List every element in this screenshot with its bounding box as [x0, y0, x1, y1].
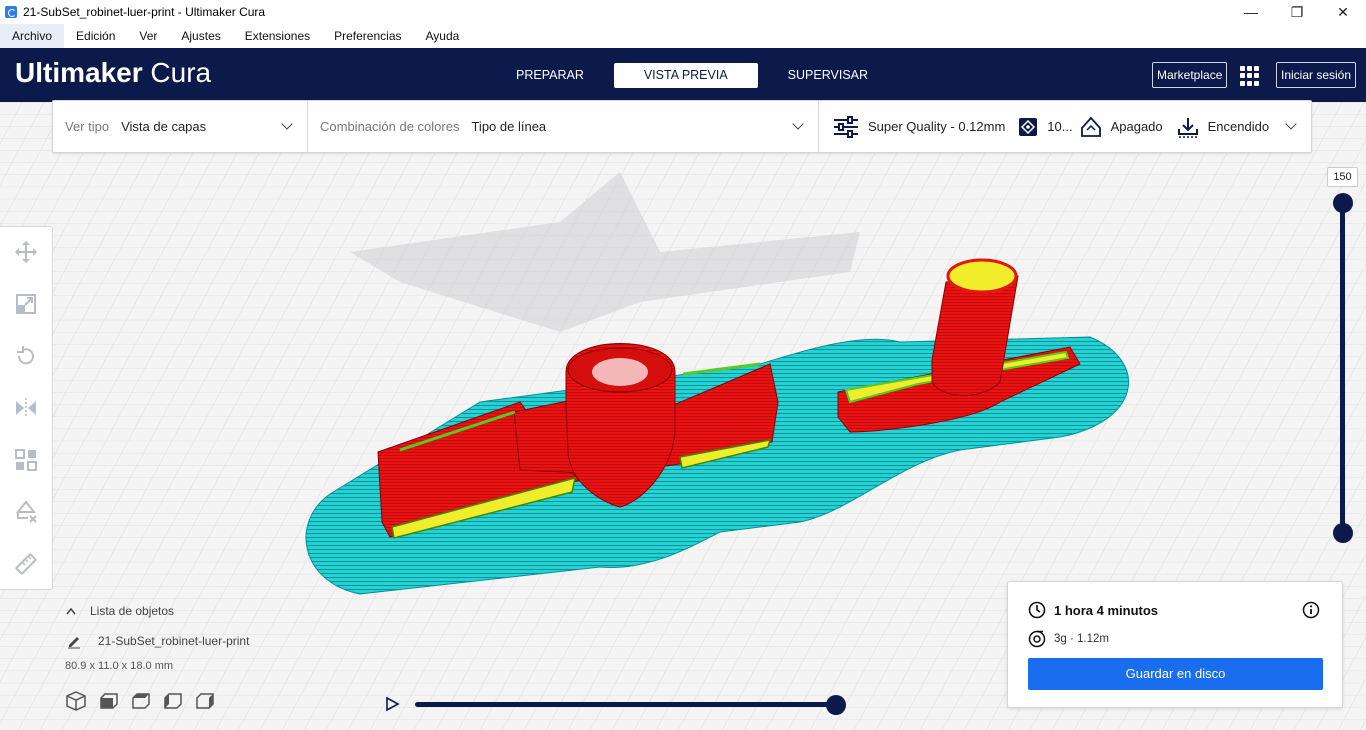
camera-view-buttons: [65, 690, 215, 712]
logo-product: Cura: [150, 57, 212, 88]
left-view-icon[interactable]: [161, 690, 183, 712]
marketplace-button[interactable]: Marketplace: [1152, 62, 1228, 88]
object-dimensions: 80.9 x 11.0 x 18.0 mm: [65, 660, 174, 672]
profile-sliders-icon: [834, 115, 858, 138]
simulation-slider-track[interactable]: [415, 702, 837, 707]
clock-icon: [1028, 601, 1046, 619]
save-to-disk-button[interactable]: Guardar en disco: [1028, 658, 1323, 690]
window-controls: — ❐ ✕: [1228, 0, 1366, 24]
infill-icon: [1019, 117, 1038, 136]
menu-ajustes[interactable]: Ajustes: [169, 24, 232, 48]
view-settings-bar: Ver tipo Vista de capas Combinación de c…: [52, 100, 1312, 153]
layer-slider-track[interactable]: [1340, 203, 1345, 533]
print-information-panel: 1 hora 4 minutos 3g · 1.12m Guardar en d…: [1007, 581, 1343, 708]
object-list-toggle[interactable]: Lista de objetos: [66, 604, 174, 618]
tool-panel: [0, 226, 53, 590]
window-title: 21-SubSet_robinet-luer-print - Ultimaker…: [23, 5, 266, 19]
stage-tabs: PREPARAR VISTA PREVIA SUPERVISAR: [486, 63, 898, 88]
layer-slider-upper-handle[interactable]: [1333, 193, 1353, 213]
simulation-slider-handle[interactable]: [826, 695, 846, 715]
edit-pencil-icon: [68, 637, 80, 649]
chevron-down-icon: [281, 118, 293, 130]
scale-icon[interactable]: [14, 292, 38, 316]
ultimaker-cura-logo: Ultimaker Cura: [15, 57, 211, 89]
material-usage: 3g · 1.12m: [1054, 633, 1109, 645]
view-type-label: Ver tipo: [65, 119, 110, 134]
print-time: 1 hora 4 minutos: [1054, 603, 1159, 618]
per-model-settings-icon[interactable]: [14, 448, 38, 472]
move-icon[interactable]: [14, 240, 38, 264]
top-view-icon[interactable]: [129, 690, 151, 712]
menu-archivo[interactable]: Archivo: [0, 24, 65, 48]
chevron-down-icon: [792, 118, 804, 130]
tab-preparar[interactable]: PREPARAR: [486, 63, 614, 88]
support-icon: [1080, 116, 1101, 137]
menu-edicion[interactable]: Edición: [64, 24, 127, 48]
title-bar: 21-SubSet_robinet-luer-print - Ultimaker…: [0, 0, 1366, 24]
cura-app-icon: [5, 6, 17, 18]
layer-slider-lower-handle[interactable]: [1333, 523, 1353, 543]
right-view-icon[interactable]: [193, 690, 215, 712]
chevron-up-icon: [66, 607, 76, 615]
mirror-icon[interactable]: [14, 396, 38, 420]
signin-button[interactable]: Iniciar sesión: [1276, 62, 1357, 88]
print-setup-selector[interactable]: Super Quality - 0.12mm 10... Apagado Enc…: [819, 101, 1311, 152]
profile-value: Super Quality - 0.12mm: [868, 119, 1006, 134]
menu-preferencias[interactable]: Preferencias: [322, 24, 413, 48]
menu-extensiones[interactable]: Extensiones: [233, 24, 322, 48]
filament-spool-icon: [1028, 630, 1046, 648]
adhesion-icon: [1177, 117, 1198, 138]
support-blocker-icon[interactable]: [14, 500, 38, 524]
menu-ayuda[interactable]: Ayuda: [414, 24, 472, 48]
close-button[interactable]: ✕: [1320, 0, 1366, 24]
color-scheme-dropdown[interactable]: Combinación de colores Tipo de línea: [308, 101, 819, 152]
infill-value: 10...: [1047, 119, 1073, 134]
menu-ver[interactable]: Ver: [127, 24, 169, 48]
color-scheme-value: Tipo de línea: [471, 119, 547, 134]
color-scheme-label: Combinación de colores: [320, 119, 460, 134]
layer-number-field[interactable]: 150: [1327, 167, 1358, 187]
maximize-button[interactable]: ❐: [1274, 0, 1320, 24]
support-value: Apagado: [1110, 119, 1163, 134]
chevron-down-icon: [1285, 118, 1297, 130]
minimize-button[interactable]: —: [1228, 0, 1274, 24]
tab-vista-previa[interactable]: VISTA PREVIA: [613, 63, 758, 88]
play-icon[interactable]: [384, 696, 400, 712]
3d-view-icon[interactable]: [65, 690, 87, 712]
measure-icon[interactable]: [14, 552, 38, 576]
app-header: Ultimaker Cura PREPARAR VISTA PREVIA SUP…: [0, 48, 1366, 102]
object-list-label: Lista de objetos: [90, 604, 175, 618]
object-list-item[interactable]: 21-SubSet_robinet-luer-print: [66, 633, 249, 649]
info-icon[interactable]: [1302, 601, 1320, 619]
front-view-icon[interactable]: [97, 690, 119, 712]
tab-supervisar[interactable]: SUPERVISAR: [758, 63, 898, 88]
view-type-value: Vista de capas: [121, 119, 207, 134]
logo-brand: Ultimaker: [15, 57, 143, 88]
apps-grid-icon[interactable]: [1240, 66, 1260, 86]
object-name: 21-SubSet_robinet-luer-print: [98, 634, 250, 648]
view-type-dropdown[interactable]: Ver tipo Vista de capas: [53, 101, 308, 152]
menu-bar: Archivo Edición Ver Ajustes Extensiones …: [0, 24, 1366, 48]
adhesion-value: Encendido: [1207, 119, 1270, 134]
rotate-icon[interactable]: [14, 344, 38, 368]
